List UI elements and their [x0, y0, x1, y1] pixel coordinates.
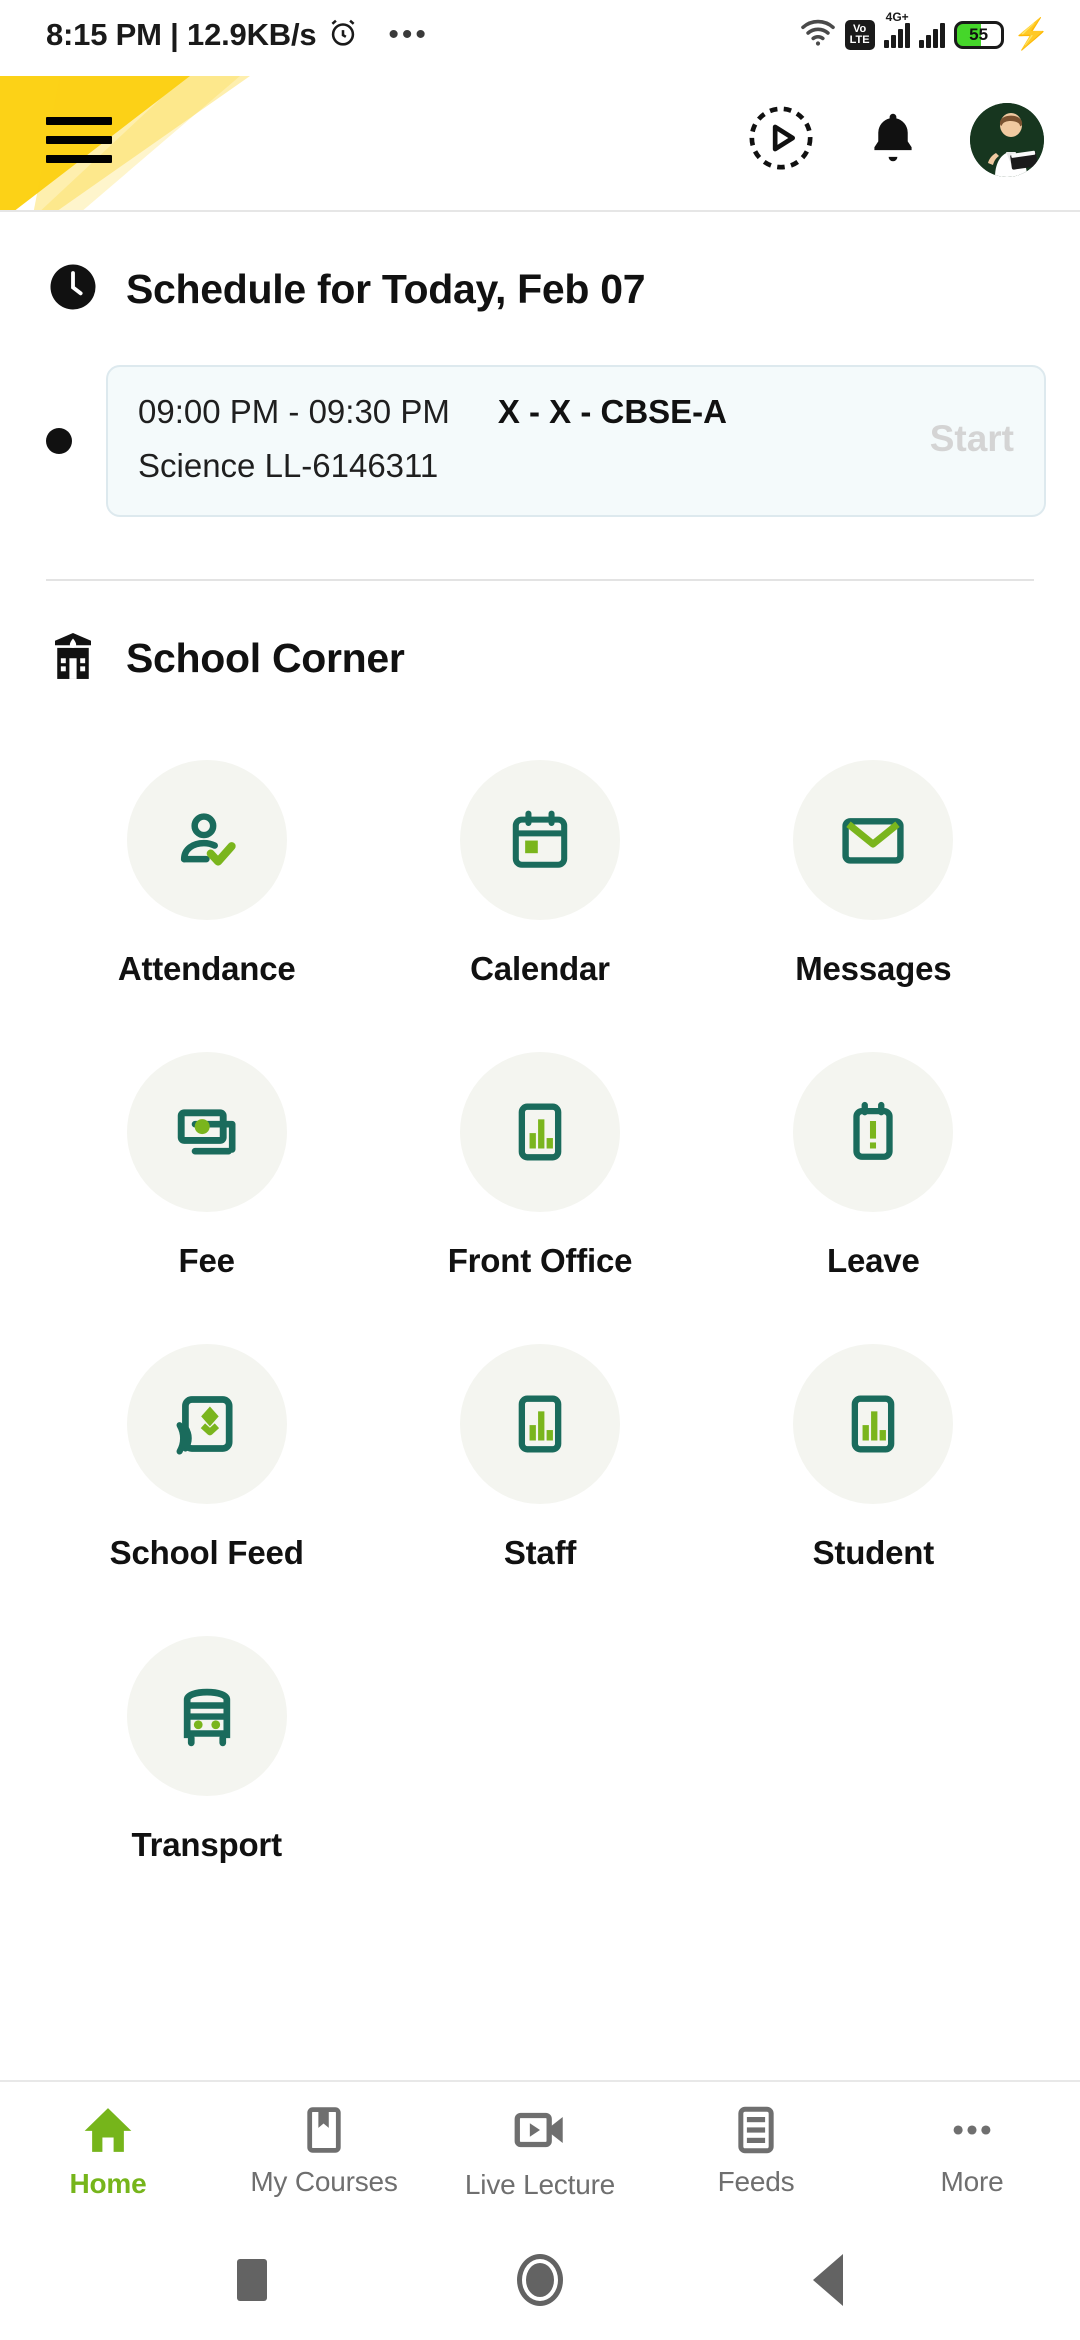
nav-label: Live Lecture [464, 2169, 616, 2200]
tile-messages[interactable]: Messages [707, 726, 1040, 1018]
video-camera-icon [514, 2112, 563, 2148]
bottom-navigation: Home My Courses Live Lecture Feeds More [0, 2080, 1080, 2220]
status-time-speed: 8:15 PM | 12.9KB/s [46, 17, 317, 52]
tile-icon-bg [126, 1636, 287, 1796]
tile-label: Front Office [447, 1242, 633, 1279]
hamburger-menu-icon[interactable] [46, 117, 112, 163]
tile-label: Calendar [470, 950, 610, 987]
more-dots-icon [953, 2125, 991, 2135]
back-triangle-icon[interactable] [813, 2254, 843, 2306]
tile-label: Fee [178, 1242, 235, 1279]
bar-chart-icon [518, 1103, 562, 1161]
wifi-icon [800, 18, 836, 53]
schedule-card-info: 09:00 PM - 09:30 PM X - X - CBSE-A Scien… [138, 393, 908, 485]
tile-icon-bg [793, 1344, 954, 1504]
nav-item-feeds[interactable]: Feeds [648, 2104, 864, 2198]
volte-bottom-text: LTE [849, 34, 870, 46]
battery-icon: 55 [953, 21, 1004, 49]
android-system-navigation [0, 2220, 1080, 2340]
school-building-icon [46, 629, 100, 688]
nav-item-live-lecture[interactable]: Live Lecture [432, 2101, 648, 2201]
decorative-corner-shape [0, 76, 250, 210]
tile-icon-bg [793, 760, 954, 920]
tile-label: School Feed [109, 1534, 304, 1571]
nav-label: More [940, 2166, 1004, 2197]
nav-label: My Courses [250, 2166, 398, 2197]
tile-label: Student [812, 1534, 935, 1571]
nav-item-my-courses[interactable]: My Courses [216, 2104, 432, 2198]
schedule-time: 09:00 PM - 09:30 PM [138, 393, 450, 430]
tile-label: Staff [503, 1534, 577, 1571]
tile-attendance[interactable]: Attendance [40, 726, 373, 1018]
schedule-class: X - X - CBSE-A [497, 393, 728, 430]
tile-icon-bg [793, 1052, 954, 1212]
nav-item-more[interactable]: More [864, 2104, 1080, 2198]
home-circle-icon[interactable] [517, 2254, 563, 2306]
tile-label: Attendance [117, 950, 296, 987]
tile-label: Transport [131, 1826, 282, 1863]
schedule-list-item: 09:00 PM - 09:30 PM X - X - CBSE-A Scien… [0, 319, 1080, 517]
notification-bell-icon[interactable] [862, 107, 924, 174]
start-button[interactable]: Start [908, 418, 1014, 460]
signal-bars-icon: 4G+ [883, 10, 910, 48]
schedule-header: Schedule for Today, Feb 07 [0, 212, 1080, 319]
feed-list-icon [738, 2106, 774, 2154]
tile-icon-bg [126, 1344, 287, 1504]
nav-item-home[interactable]: Home [0, 2102, 216, 2200]
school-corner-title: School Corner [126, 635, 405, 681]
tile-student[interactable]: Student [707, 1310, 1040, 1602]
banknote-icon [177, 1109, 236, 1155]
tile-calendar[interactable]: Calendar [373, 726, 706, 1018]
schedule-card-top-line: 09:00 PM - 09:30 PM X - X - CBSE-A [138, 393, 908, 431]
volte-icon: Vo LTE [844, 20, 875, 50]
battery-level-text: 55 [969, 25, 989, 44]
tile-transport[interactable]: Transport [40, 1602, 373, 1894]
home-icon [84, 2108, 132, 2152]
tile-icon-bg [126, 1052, 287, 1212]
tile-school-feed[interactable]: School Feed [40, 1310, 373, 1602]
list-bullet-icon [46, 428, 72, 454]
tile-icon-bg [459, 760, 620, 920]
app-bar [0, 70, 1080, 210]
more-dots-icon: ••• [388, 18, 429, 51]
tile-front-office[interactable]: Front Office [373, 1018, 706, 1310]
broadcast-feed-icon [176, 1396, 233, 1455]
tile-staff[interactable]: Staff [373, 1310, 706, 1602]
network-type-label: 4G+ [885, 9, 909, 24]
schedule-card[interactable]: 09:00 PM - 09:30 PM X - X - CBSE-A Scien… [106, 365, 1046, 517]
charging-bolt-icon: ⚡ [1012, 18, 1050, 51]
tile-icon-bg [459, 1344, 620, 1504]
status-bar: 8:15 PM | 12.9KB/s ••• Vo LTE 4G+ 55 ⚡ [0, 0, 1080, 70]
clock-icon [46, 260, 100, 319]
tile-fee[interactable]: Fee [40, 1018, 373, 1310]
calendar-icon [512, 810, 568, 868]
nav-label: Feeds [717, 2166, 795, 2197]
tile-icon-bg [126, 760, 287, 920]
clipboard-alert-icon [853, 1101, 893, 1160]
status-bar-right: Vo LTE 4G+ 55 ⚡ [800, 10, 1050, 53]
nav-label: Home [69, 2168, 147, 2199]
school-corner-header: School Corner [0, 581, 1080, 688]
attendance-person-check-icon [180, 813, 236, 866]
school-corner-grid: Attendance Calendar Messages Fee Front O… [0, 688, 1080, 1894]
tile-label: Leave [827, 1242, 920, 1279]
page-title: Schedule for Today, Feb 07 [126, 266, 646, 312]
signal-bars-icon-2 [918, 22, 945, 48]
tile-icon-bg [459, 1052, 620, 1212]
bus-icon [183, 1688, 230, 1747]
bar-chart-icon [852, 1395, 895, 1453]
tile-label: Messages [795, 950, 952, 987]
status-bar-left: 8:15 PM | 12.9KB/s ••• [46, 16, 429, 55]
recents-square-icon[interactable] [237, 2259, 267, 2301]
user-avatar-teacher[interactable] [970, 103, 1044, 177]
alarm-clock-icon [326, 16, 360, 55]
tile-leave[interactable]: Leave [707, 1018, 1040, 1310]
play-circle-icon[interactable] [746, 103, 816, 178]
envelope-icon [842, 818, 904, 864]
bar-chart-icon [518, 1395, 562, 1453]
schedule-subject: Science LL-6146311 [138, 447, 439, 484]
book-bookmark-icon [307, 2107, 341, 2153]
app-bar-actions [746, 103, 1044, 178]
